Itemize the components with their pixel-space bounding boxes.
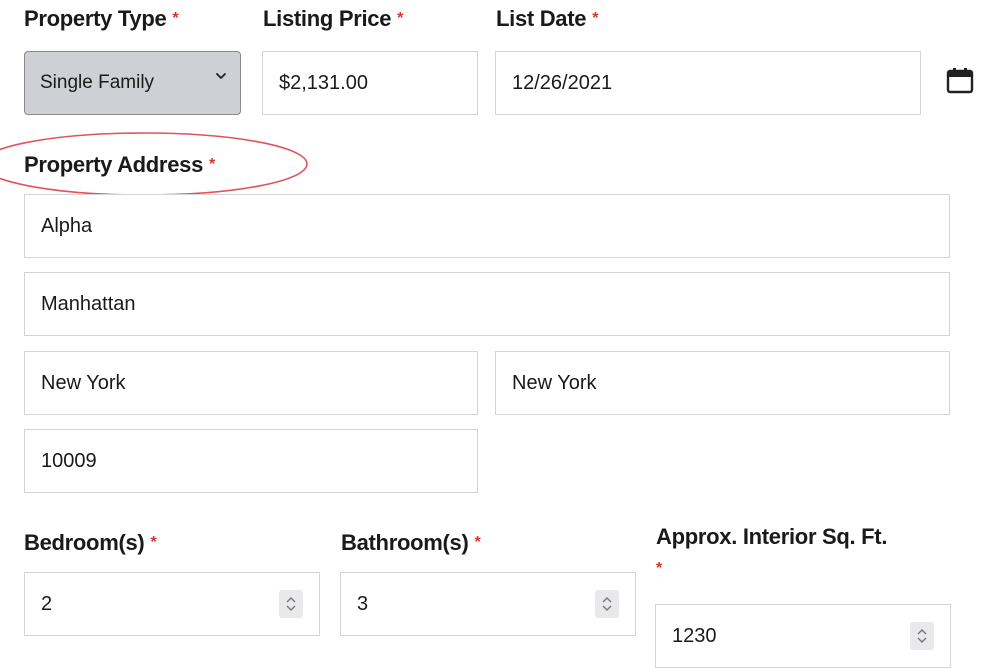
- spinner-arrows-icon: [602, 597, 612, 611]
- list-date-input[interactable]: 12/26/2021: [495, 51, 921, 115]
- property-type-value: Single Family: [40, 72, 155, 93]
- property-address-label: Property Address *: [24, 152, 215, 177]
- list-date-value: 12/26/2021: [512, 72, 613, 94]
- spinner-arrows-icon: [286, 597, 296, 611]
- required-marker: *: [172, 10, 179, 27]
- chevron-down-icon: [216, 73, 226, 79]
- bedrooms-input[interactable]: 2: [24, 572, 320, 636]
- listing-price-value: $2,131.00: [279, 72, 368, 94]
- bathrooms-value: 3: [357, 593, 369, 615]
- bathrooms-input[interactable]: 3: [340, 572, 636, 636]
- sqft-label: Approx. Interior Sq. Ft.: [656, 524, 888, 549]
- required-marker: *: [474, 534, 481, 551]
- property-type-select[interactable]: Single Family: [24, 51, 241, 115]
- listing-price-label: Listing Price *: [263, 6, 404, 31]
- calendar-icon[interactable]: [945, 66, 975, 96]
- address-line2-value: Manhattan: [41, 293, 136, 315]
- listing-price-input[interactable]: $2,131.00: [262, 51, 478, 115]
- bedrooms-label: Bedroom(s) *: [24, 530, 157, 555]
- required-marker: *: [397, 10, 404, 27]
- address-street-value: Alpha: [41, 215, 93, 237]
- sqft-value: 1230: [672, 625, 717, 647]
- sqft-required-marker: *: [656, 560, 663, 577]
- required-marker: *: [150, 534, 157, 551]
- sqft-stepper[interactable]: [910, 622, 934, 650]
- property-type-label: Property Type *: [24, 6, 179, 31]
- address-zip-value: 10009: [41, 450, 97, 472]
- address-city-value: New York: [41, 372, 126, 394]
- address-street-input[interactable]: Alpha: [24, 194, 950, 258]
- required-marker: *: [592, 10, 599, 27]
- address-state-input[interactable]: New York: [495, 351, 950, 415]
- bathrooms-label: Bathroom(s) *: [341, 530, 481, 555]
- address-state-value: New York: [512, 372, 597, 394]
- bedrooms-stepper[interactable]: [279, 590, 303, 618]
- bedrooms-value: 2: [41, 593, 53, 615]
- list-date-label: List Date *: [496, 6, 599, 31]
- bathrooms-stepper[interactable]: [595, 590, 619, 618]
- address-zip-input[interactable]: 10009: [24, 429, 478, 493]
- address-city-input[interactable]: New York: [24, 351, 478, 415]
- sqft-input[interactable]: 1230: [655, 604, 951, 668]
- spinner-arrows-icon: [917, 629, 927, 643]
- address-line2-input[interactable]: Manhattan: [24, 272, 950, 336]
- required-marker: *: [209, 156, 215, 173]
